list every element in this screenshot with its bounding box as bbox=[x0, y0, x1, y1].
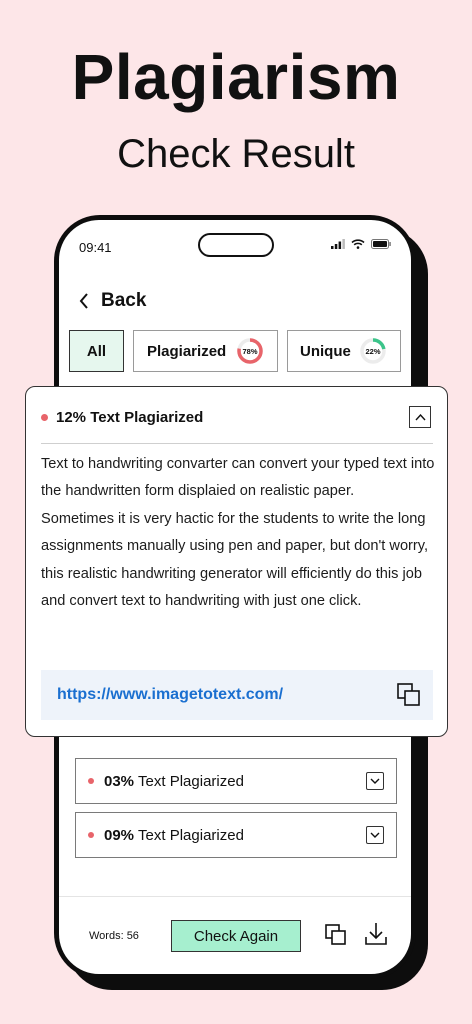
download-icon[interactable] bbox=[365, 922, 387, 946]
unique-percent-text: 22% bbox=[365, 347, 380, 356]
expand-toggle[interactable] bbox=[366, 826, 384, 844]
source-link[interactable]: https://www.imagetotext.com/ bbox=[57, 686, 283, 704]
tab-plagiarized-label: Plagiarized bbox=[147, 342, 227, 360]
chevron-up-icon bbox=[414, 413, 426, 420]
tab-unique-label: Unique bbox=[300, 342, 351, 360]
chevron-down-icon bbox=[370, 832, 380, 838]
card-header: 12% Text Plagiarized bbox=[41, 409, 203, 426]
status-dot bbox=[41, 414, 48, 421]
source-link-bar: https://www.imagetotext.com/ bbox=[41, 670, 433, 720]
signal-icon bbox=[331, 239, 345, 249]
plagiarized-percent-ring: 78% bbox=[237, 338, 263, 364]
status-time: 09:41 bbox=[79, 240, 112, 255]
paragraph-2: Sometimes it is very hactic for the stud… bbox=[41, 510, 429, 610]
copy-icon[interactable] bbox=[325, 924, 347, 946]
dynamic-island bbox=[198, 233, 274, 257]
chevron-left-icon bbox=[79, 293, 88, 309]
tab-all[interactable]: All bbox=[69, 330, 124, 372]
check-again-button[interactable]: Check Again bbox=[171, 920, 301, 952]
promo-subheadline: Check Result bbox=[117, 132, 355, 176]
back-label: Back bbox=[101, 290, 147, 311]
status-dot bbox=[88, 778, 94, 784]
status-dot bbox=[88, 832, 94, 838]
copy-link-icon[interactable] bbox=[397, 683, 421, 707]
collapse-toggle[interactable] bbox=[409, 406, 431, 428]
tab-all-label: All bbox=[86, 342, 107, 360]
result-label: Text Plagiarized bbox=[138, 772, 244, 790]
status-icons bbox=[331, 239, 391, 249]
plagiarized-text: Text to handwriting convarter can conver… bbox=[41, 451, 436, 615]
result-percent: 03% bbox=[104, 772, 135, 790]
result-label: Text Plagiarized bbox=[138, 826, 244, 844]
card-title: 12% Text Plagiarized bbox=[56, 409, 204, 426]
unique-percent-ring: 22% bbox=[360, 338, 386, 364]
chevron-down-icon bbox=[370, 778, 380, 784]
tab-plagiarized[interactable]: Plagiarized 78% bbox=[133, 330, 278, 372]
battery-icon bbox=[371, 239, 391, 249]
promo-headline: Plagiarism bbox=[71, 41, 401, 113]
expanded-result-card: 12% Text Plagiarized Text to handwriting… bbox=[25, 386, 448, 737]
wifi-icon bbox=[351, 239, 365, 249]
plagiarized-percent-text: 78% bbox=[242, 347, 257, 356]
result-item-collapsed[interactable]: 03% Text Plagiarized bbox=[75, 758, 397, 804]
paragraph-1: Text to handwriting convarter can conver… bbox=[41, 456, 435, 500]
back-button[interactable]: Back bbox=[79, 290, 146, 312]
tab-unique[interactable]: Unique 22% bbox=[287, 330, 401, 372]
result-percent: 09% bbox=[104, 826, 135, 844]
expand-toggle[interactable] bbox=[366, 772, 384, 790]
card-divider bbox=[41, 443, 433, 444]
filter-tabs: All Plagiarized 78% Unique 22% bbox=[69, 330, 401, 372]
result-item-collapsed[interactable]: 09% Text Plagiarized bbox=[75, 812, 397, 858]
footer-divider bbox=[59, 896, 411, 897]
word-count: Words: 56 bbox=[89, 930, 139, 942]
